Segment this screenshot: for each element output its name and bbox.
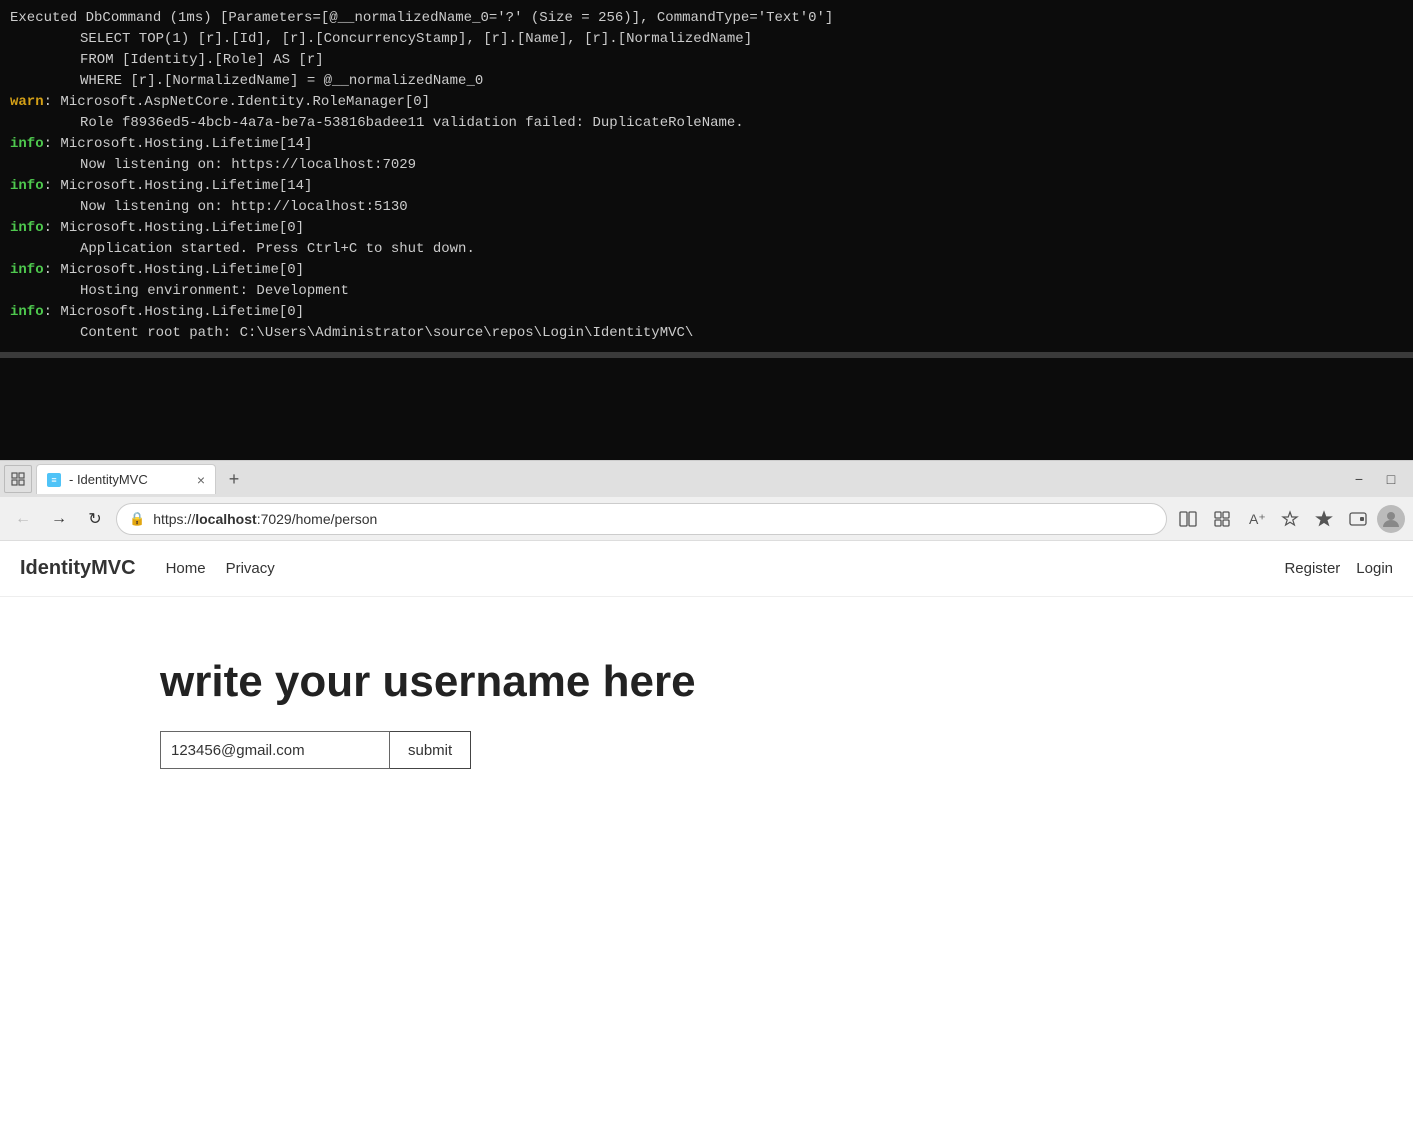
restore-button[interactable]: □ — [1377, 465, 1405, 493]
nav-privacy-link[interactable]: Privacy — [226, 560, 275, 577]
nav-home-link[interactable]: Home — [166, 560, 206, 577]
site-heading: write your username here — [160, 657, 1393, 707]
nav-register-link[interactable]: Register — [1284, 560, 1340, 577]
svg-text:A⁺: A⁺ — [1249, 511, 1265, 527]
site-brand[interactable]: IdentityMVC — [20, 557, 136, 580]
new-tab-button[interactable]: + — [220, 465, 248, 493]
address-bar[interactable]: 🔒 https://localhost:7029/home/person — [116, 503, 1167, 535]
active-tab[interactable]: ≡ - IdentityMVC × — [36, 464, 216, 494]
add-favorites-button[interactable] — [1275, 504, 1305, 534]
terminal-line: info: Microsoft.Hosting.Lifetime[0] — [0, 260, 1413, 281]
terminal-separator — [0, 352, 1413, 358]
collections-button[interactable] — [1207, 504, 1237, 534]
terminal-line: Content root path: C:\Users\Administrato… — [0, 323, 1413, 344]
tab-switcher-button[interactable] — [4, 465, 32, 493]
profile-button[interactable] — [1377, 505, 1405, 533]
website-content: IdentityMVC Home Privacy Register Login … — [0, 541, 1413, 1121]
url-protocol: https:// — [153, 511, 195, 527]
tab-favicon: ≡ — [47, 473, 61, 487]
refresh-button[interactable]: ↻ — [80, 504, 110, 534]
terminal-line: info: Microsoft.Hosting.Lifetime[14] — [0, 176, 1413, 197]
browser-wallet-button[interactable] — [1343, 504, 1373, 534]
url-port-path: :7029/home/person — [257, 511, 378, 527]
terminal-panel: Executed DbCommand (1ms) [Parameters=[@_… — [0, 0, 1413, 460]
terminal-line: Role f8936ed5-4bcb-4a7a-be7a-53816badee1… — [0, 113, 1413, 134]
url-host: localhost — [195, 511, 256, 527]
tab-title: - IdentityMVC — [69, 472, 148, 487]
terminal-line: Executed DbCommand (1ms) [Parameters=[@_… — [0, 8, 1413, 29]
site-nav-links: Home Privacy — [166, 560, 275, 577]
back-button[interactable]: ← — [8, 504, 38, 534]
terminal-line: FROM [Identity].[Role] AS [r] — [0, 50, 1413, 71]
terminal-line: Hosting environment: Development — [0, 281, 1413, 302]
minimize-button[interactable]: − — [1345, 465, 1373, 493]
terminal-line: SELECT TOP(1) [r].[Id], [r].[Concurrency… — [0, 29, 1413, 50]
site-main: write your username here submit — [0, 597, 1413, 809]
terminal-line: Now listening on: https://localhost:7029 — [0, 155, 1413, 176]
site-nav-right: Register Login — [1284, 560, 1393, 577]
browser-actions: A⁺ — [1173, 504, 1405, 534]
forward-button[interactable]: → — [44, 504, 74, 534]
browser-chrome: ≡ - IdentityMVC × + − □ ← → ↻ 🔒 https://… — [0, 460, 1413, 541]
url-display: https://localhost:7029/home/person — [153, 511, 377, 527]
terminal-line: warn: Microsoft.AspNetCore.Identity.Role… — [0, 92, 1413, 113]
terminal-line: info: Microsoft.Hosting.Lifetime[0] — [0, 218, 1413, 239]
split-screen-button[interactable] — [1173, 504, 1203, 534]
window-controls: − □ — [1345, 465, 1405, 493]
address-bar-row: ← → ↻ 🔒 https://localhost:7029/home/pers… — [0, 497, 1413, 541]
favorites-button[interactable] — [1309, 504, 1339, 534]
username-input[interactable] — [160, 731, 390, 769]
tab-bar: ≡ - IdentityMVC × + − □ — [0, 461, 1413, 497]
lock-icon: 🔒 — [129, 511, 145, 527]
submit-button[interactable]: submit — [390, 731, 471, 769]
terminal-line: Application started. Press Ctrl+C to shu… — [0, 239, 1413, 260]
username-form: submit — [160, 731, 1393, 769]
terminal-line: info: Microsoft.Hosting.Lifetime[14] — [0, 134, 1413, 155]
terminal-line: Now listening on: http://localhost:5130 — [0, 197, 1413, 218]
nav-login-link[interactable]: Login — [1356, 560, 1393, 577]
read-aloud-button[interactable]: A⁺ — [1241, 504, 1271, 534]
terminal-line: info: Microsoft.Hosting.Lifetime[0] — [0, 302, 1413, 323]
tab-close-button[interactable]: × — [197, 473, 205, 487]
terminal-line: WHERE [r].[NormalizedName] = @__normaliz… — [0, 71, 1413, 92]
site-navbar: IdentityMVC Home Privacy Register Login — [0, 541, 1413, 597]
